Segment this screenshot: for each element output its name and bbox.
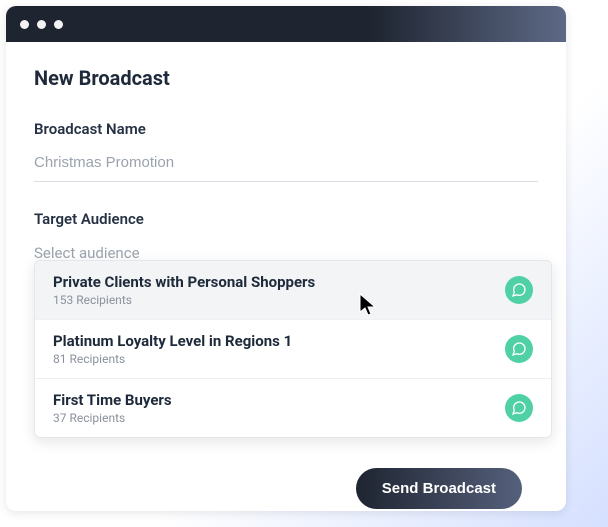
window-control-min[interactable]: [37, 20, 46, 29]
window-titlebar: [6, 6, 566, 42]
audience-option-title: Platinum Loyalty Level in Regions 1: [53, 332, 505, 350]
broadcast-name-label: Broadcast Name: [34, 120, 538, 138]
whatsapp-icon: [505, 394, 533, 422]
window-control-max[interactable]: [54, 20, 63, 29]
audience-option-recipients: 153 Recipients: [53, 293, 505, 307]
broadcast-name-input[interactable]: [34, 152, 538, 182]
target-audience-label: Target Audience: [34, 210, 538, 228]
window-control-close[interactable]: [20, 20, 29, 29]
broadcast-window: New Broadcast Broadcast Name Target Audi…: [6, 6, 566, 511]
whatsapp-icon: [505, 335, 533, 363]
audience-option[interactable]: First Time Buyers 37 Recipients: [35, 379, 551, 437]
audience-option[interactable]: Platinum Loyalty Level in Regions 1 81 R…: [35, 320, 551, 379]
send-broadcast-button[interactable]: Send Broadcast: [356, 468, 522, 509]
audience-option[interactable]: Private Clients with Personal Shoppers 1…: [35, 261, 551, 320]
form-content: New Broadcast Broadcast Name Target Audi…: [6, 42, 566, 270]
audience-dropdown: Private Clients with Personal Shoppers 1…: [34, 260, 552, 438]
page-title: New Broadcast: [34, 66, 538, 90]
audience-option-title: Private Clients with Personal Shoppers: [53, 273, 505, 291]
audience-option-title: First Time Buyers: [53, 391, 505, 409]
audience-option-recipients: 37 Recipients: [53, 411, 505, 425]
audience-option-recipients: 81 Recipients: [53, 352, 505, 366]
whatsapp-icon: [505, 276, 533, 304]
